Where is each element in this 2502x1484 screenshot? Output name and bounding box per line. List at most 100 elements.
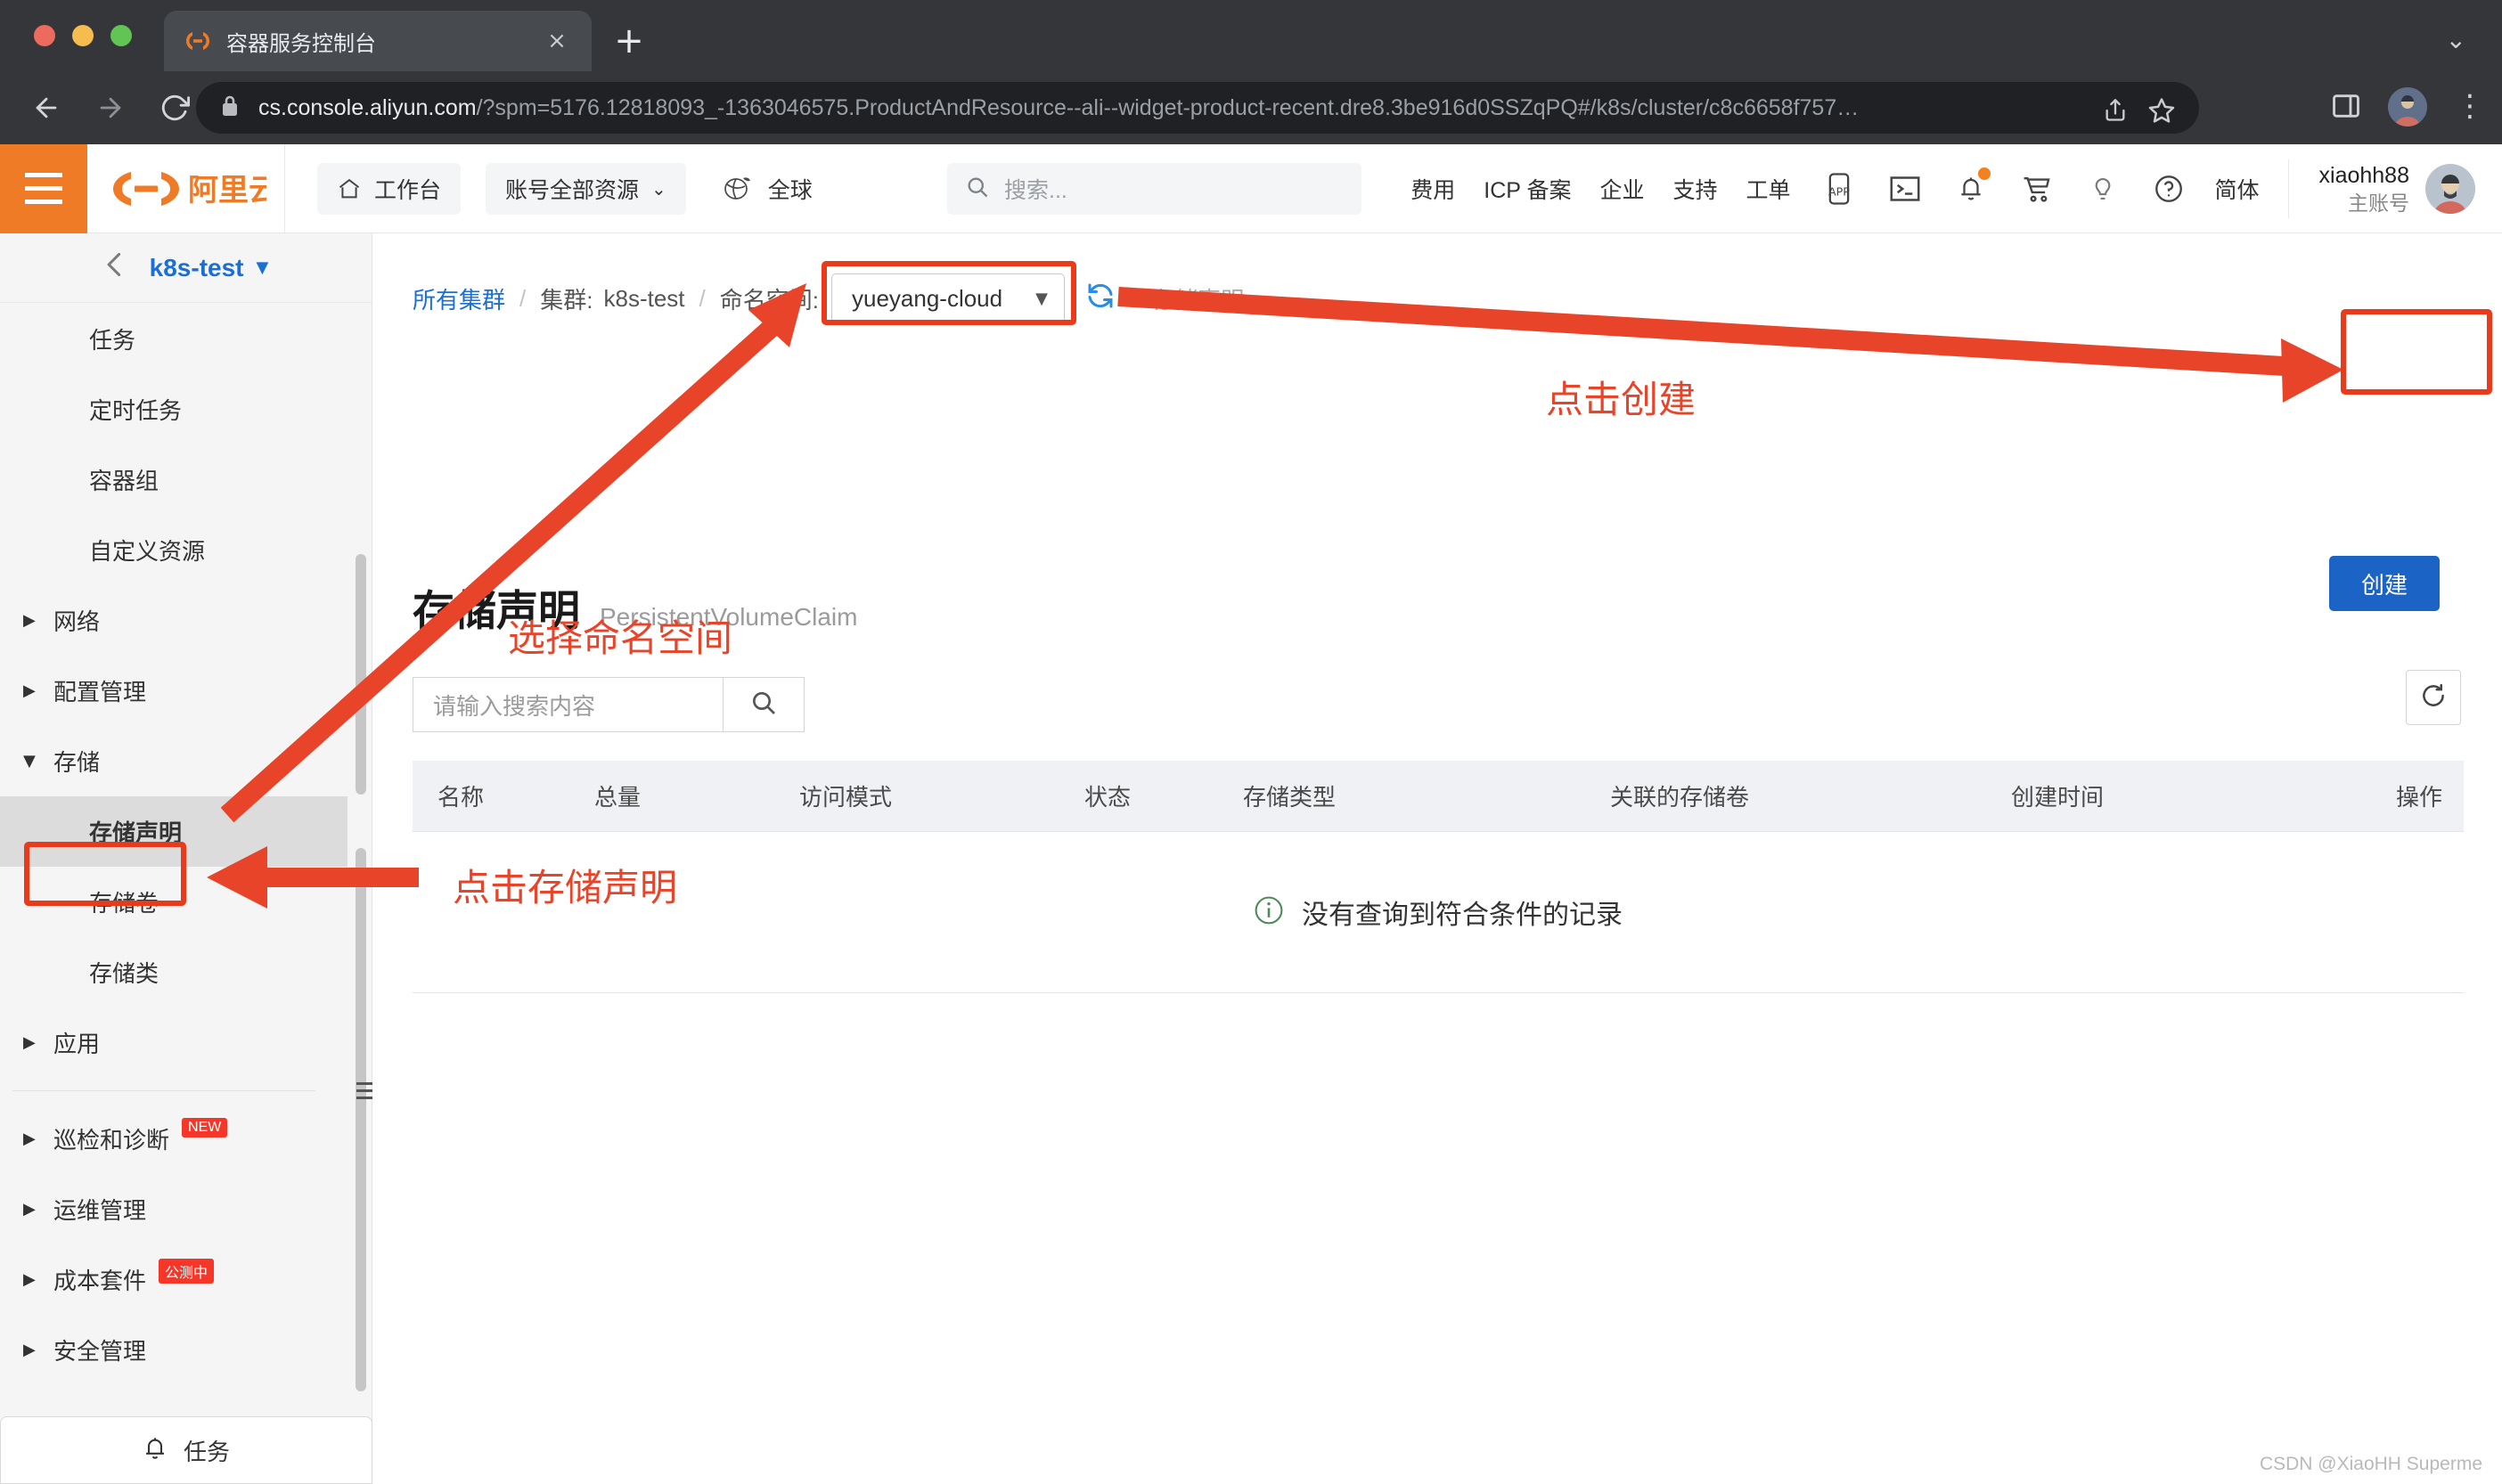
bell-icon (143, 1434, 168, 1467)
refresh-icon[interactable] (1084, 280, 1116, 318)
sidebar-item-network[interactable]: ▶ 网络 (0, 585, 348, 656)
globe-icon (722, 175, 754, 203)
chevron-down-icon: ▼ (23, 752, 36, 771)
minimize-window-button[interactable] (72, 25, 94, 46)
column-header-actions: 操作 (2395, 784, 2442, 811)
sidebar-item-security-management[interactable]: ▶ 安全管理 (0, 1315, 348, 1385)
chevron-right-icon: ▶ (23, 611, 36, 630)
sidebar-item-label: 安全管理 (53, 1338, 147, 1365)
home-icon (337, 176, 362, 201)
bulb-icon[interactable] (2083, 169, 2122, 208)
sidebar-item-label: 应用 (53, 1031, 101, 1057)
header-link-icp[interactable]: ICP 备案 (1484, 173, 1571, 205)
cluster-switcher[interactable]: k8s-test ▼ (0, 233, 372, 303)
task-panel-button[interactable]: 任务 (0, 1416, 372, 1484)
url-text: cs.console.aliyun.com/?spm=5176.12818093… (258, 95, 1859, 121)
profile-avatar[interactable] (2388, 87, 2427, 126)
avatar (2425, 164, 2475, 214)
search-button[interactable] (723, 677, 805, 732)
maximize-window-button[interactable] (110, 25, 132, 46)
create-button[interactable]: 创建 (2329, 556, 2440, 611)
sidebar-scrollbar[interactable] (356, 554, 366, 795)
sidebar-item-applications[interactable]: ▶ 应用 (0, 1007, 348, 1078)
menu-icon[interactable] (0, 143, 87, 233)
search-placeholder: 请输入搜索内容 (433, 692, 596, 720)
close-window-button[interactable] (34, 25, 55, 46)
chevron-right-icon: ▶ (23, 1270, 36, 1289)
sidebar-item-storage-class[interactable]: 存储类 (0, 937, 348, 1007)
browser-menu-icon[interactable]: ⋮ (2455, 89, 2485, 123)
sidebar-item-cronjobs[interactable]: 定时任务 (0, 374, 348, 444)
forward-icon[interactable] (87, 85, 134, 131)
language-switch[interactable]: 简体 (2215, 173, 2260, 205)
user-menu[interactable]: xiaohh88 主账号 (2287, 159, 2502, 218)
global-search-input[interactable]: 搜索... (947, 163, 1361, 215)
breadcrumb-separator: / (699, 284, 706, 312)
sidebar-item-custom-resources[interactable]: 自定义资源 (0, 515, 348, 585)
annotation-box-create (2341, 309, 2492, 395)
app-icon[interactable]: APP (1819, 169, 1859, 208)
annotation-box-namespace (822, 261, 1076, 325)
back-icon[interactable] (103, 251, 127, 285)
table-header-row: 名称 总量 访问模式 状态 存储类型 关联的存储卷 创建时间 操作 (413, 761, 2464, 832)
terminal-icon[interactable] (1885, 169, 1925, 208)
star-icon[interactable] (2140, 89, 2183, 132)
new-tab-button[interactable]: + (610, 23, 648, 59)
sidebar-item-label: 成本套件 (53, 1268, 147, 1294)
annotation-box-storage-claim (24, 842, 186, 906)
workbench-label: 工作台 (374, 177, 442, 203)
sidebar-item-pods[interactable]: 容器组 (0, 444, 348, 515)
sidebar-item-label: 配置管理 (53, 679, 147, 705)
chevron-right-icon: ▶ (23, 1033, 36, 1052)
sidebar-divider (12, 1090, 315, 1091)
help-icon[interactable] (2149, 169, 2188, 208)
workbench-button[interactable]: 工作台 (317, 162, 462, 215)
column-header-create-time: 创建时间 (2011, 784, 2105, 811)
sidebar-item-label: 定时任务 (89, 397, 183, 424)
sidebar-item-label: 巡检和诊断 (53, 1127, 170, 1154)
task-panel-label: 任务 (183, 1438, 230, 1465)
back-icon[interactable] (23, 85, 70, 131)
aliyun-logo[interactable]: 阿里云 (87, 143, 285, 233)
sidebar-item-storage[interactable]: ▼ 存储 (0, 726, 348, 796)
annotation-text-create: 点击创建 (1546, 379, 1697, 420)
breadcrumb-all-clusters[interactable]: 所有集群 (413, 282, 505, 315)
chevron-down-icon[interactable]: ⌄ (2446, 25, 2466, 54)
sidebar-item-label: 自定义资源 (89, 538, 206, 565)
cluster-name: k8s-test (149, 253, 244, 281)
search-input[interactable]: 请输入搜索内容 (413, 677, 723, 732)
user-account-type: 主账号 (2348, 192, 2409, 215)
resource-scope-dropdown[interactable]: 账号全部资源 ⌄ (486, 162, 686, 215)
resource-scope-label: 账号全部资源 (505, 177, 640, 203)
breadcrumb-separator: / (1130, 284, 1138, 312)
header-link-ticket[interactable]: 工单 (1746, 173, 1790, 205)
sidebar-scrollbar-lower[interactable] (356, 848, 366, 1391)
header-link-support[interactable]: 支持 (1672, 173, 1717, 205)
region-selector[interactable]: 全球 (713, 163, 822, 215)
share-icon[interactable] (2094, 89, 2137, 132)
sidebar-collapse-handle[interactable] (355, 1075, 374, 1105)
bell-icon[interactable] (1951, 167, 1991, 208)
sidebar-item-label: 任务 (89, 327, 136, 354)
address-bar[interactable]: cs.console.aliyun.com/?spm=5176.12818093… (196, 82, 2199, 134)
sidebar-item-label: 容器组 (89, 468, 159, 494)
sidebar-item-cost-suite[interactable]: ▶ 成本套件 公测中 (0, 1244, 348, 1315)
url-host: cs.console.aliyun.com (258, 94, 477, 120)
side-panel-icon[interactable] (2330, 91, 2362, 121)
cart-icon[interactable] (2017, 169, 2056, 208)
table-refresh-button[interactable] (2406, 670, 2461, 725)
sidebar-item-config-management[interactable]: ▶ 配置管理 (0, 656, 348, 726)
reload-icon[interactable] (151, 85, 198, 131)
annotation-text-storage-claim: 点击存储声明 (453, 867, 678, 909)
header-link-billing[interactable]: 费用 (1410, 173, 1455, 205)
sidebar-item-operations[interactable]: ▶ 运维管理 (0, 1174, 348, 1244)
sidebar-item-inspection-diagnosis[interactable]: ▶ 巡检和诊断 NEW (0, 1104, 348, 1174)
console-header: 阿里云 工作台 账号全部资源 ⌄ 全球 搜索... 费用 ICP 备案 企业 支… (0, 143, 2502, 233)
close-tab-icon[interactable]: × (542, 26, 572, 56)
header-link-enterprise[interactable]: 企业 (1599, 173, 1644, 205)
user-name: xiaohh88 (2318, 163, 2409, 188)
breadcrumb-cluster-value: k8s-test (603, 284, 685, 312)
window-controls[interactable] (34, 25, 132, 46)
sidebar-item-jobs[interactable]: 任务 (0, 304, 348, 374)
browser-tab[interactable]: 容器服务控制台 × (164, 11, 592, 71)
